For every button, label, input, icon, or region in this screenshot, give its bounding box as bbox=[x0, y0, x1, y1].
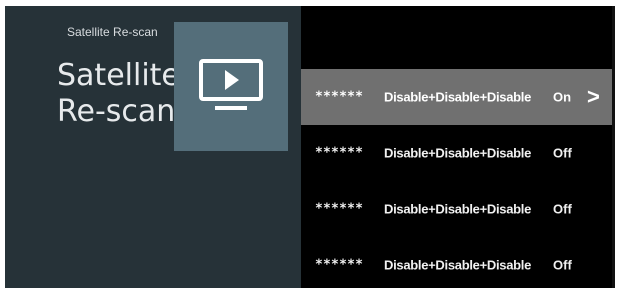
satellite-id-mask: ****** bbox=[315, 257, 364, 273]
satellite-id-mask: ****** bbox=[315, 89, 364, 105]
satellite-list: ****** Disable+Disable+Disable On > ****… bbox=[301, 69, 612, 293]
satellite-row-1[interactable]: ****** Disable+Disable+Disable On > bbox=[301, 69, 612, 125]
satellite-configuration-label: Disable+Disable+Disable bbox=[384, 89, 532, 105]
breadcrumb: Satellite Re-scan bbox=[67, 25, 158, 39]
satellite-id-mask: ****** bbox=[315, 201, 364, 217]
tv-play-icon bbox=[199, 59, 263, 110]
satellite-row-3[interactable]: ****** Disable+Disable+Disable Off bbox=[301, 181, 612, 237]
satellite-state: Off bbox=[553, 145, 572, 161]
satellite-state: On bbox=[553, 89, 572, 105]
chevron-right-icon: > bbox=[587, 84, 600, 109]
satellite-row-4[interactable]: ****** Disable+Disable+Disable Off bbox=[301, 237, 612, 293]
satellite-configuration-label: Disable+Disable+Disable bbox=[384, 201, 532, 217]
satellite-state: Off bbox=[553, 257, 572, 273]
satellite-id-mask: ****** bbox=[315, 145, 364, 161]
satellite-configuration-label: Disable+Disable+Disable bbox=[384, 257, 532, 273]
satellite-row-2[interactable]: ****** Disable+Disable+Disable Off bbox=[301, 125, 612, 181]
panel-edge bbox=[612, 6, 615, 288]
satellite-configuration-label: Disable+Disable+Disable bbox=[384, 145, 532, 161]
satellite-state: Off bbox=[553, 201, 572, 217]
tv-settings-screen: Satellite Re-scan Satellite Re-scan ****… bbox=[0, 0, 619, 294]
